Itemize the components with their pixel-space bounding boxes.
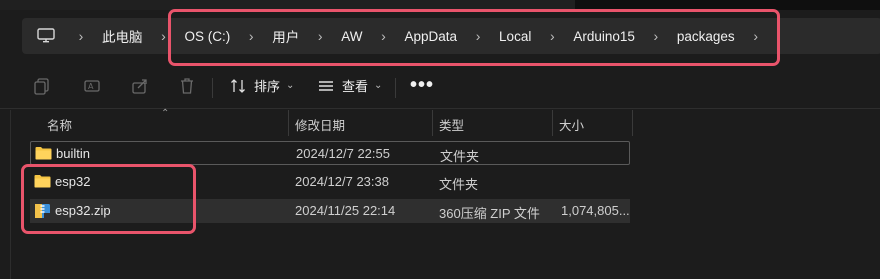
toolbar-divider-line xyxy=(0,108,880,109)
breadcrumb-this-pc[interactable]: 此电脑 xyxy=(92,26,153,46)
file-type: 文件夹 xyxy=(440,149,480,164)
chevron-right-icon[interactable]: › xyxy=(240,28,262,44)
chevron-right-icon[interactable]: › xyxy=(153,28,175,44)
chevron-right-icon[interactable]: › xyxy=(70,28,92,44)
file-type: 文件夹 xyxy=(439,177,479,192)
file-date: 2024/11/25 22:14 xyxy=(295,203,396,218)
sort-ascending-icon: ⌃ xyxy=(161,108,170,119)
column-separator[interactable] xyxy=(552,110,553,136)
more-options-icon[interactable]: ••• xyxy=(410,74,434,97)
command-bar: A 排序 ⌄ 查看 ⌄ ••• xyxy=(0,64,880,108)
address-bar[interactable]: › 此电脑 › OS (C:) › 用户 › AW › AppData › Lo… xyxy=(22,18,880,54)
svg-text:A: A xyxy=(88,82,94,91)
file-row-esp32[interactable]: esp32 2024/12/7 23:38 文件夹 xyxy=(30,170,630,194)
folder-icon xyxy=(35,146,52,163)
chevron-right-icon[interactable]: › xyxy=(309,28,331,44)
column-separator[interactable] xyxy=(432,110,433,136)
file-row-builtin[interactable]: builtin 2024/12/7 22:55 文件夹 xyxy=(30,141,630,165)
view-label: 查看 xyxy=(342,79,369,94)
column-separator[interactable] xyxy=(288,110,289,136)
column-header-name[interactable]: 名称 xyxy=(47,115,72,134)
toolbar-divider xyxy=(212,78,213,98)
share-icon[interactable] xyxy=(128,74,152,98)
column-header-type[interactable]: 类型 xyxy=(439,115,464,134)
title-strip xyxy=(0,0,880,10)
breadcrumb-packages[interactable]: packages xyxy=(667,29,745,44)
breadcrumb-appdata[interactable]: AppData xyxy=(395,29,468,44)
rename-icon[interactable]: A xyxy=(80,74,104,98)
breadcrumb-os-c[interactable]: OS (C:) xyxy=(175,29,241,44)
chevron-down-icon: ⌄ xyxy=(286,80,295,91)
chevron-right-icon[interactable]: › xyxy=(467,28,489,44)
view-icon xyxy=(319,80,333,91)
column-header-size[interactable]: 大小 xyxy=(559,115,584,134)
chevron-right-icon[interactable]: › xyxy=(373,28,395,44)
chevron-right-icon[interactable]: › xyxy=(645,28,667,44)
file-date: 2024/12/7 23:38 xyxy=(295,174,389,189)
breadcrumb-local[interactable]: Local xyxy=(489,29,541,44)
sort-icon xyxy=(231,78,245,93)
delete-icon[interactable] xyxy=(175,74,199,98)
column-separator[interactable] xyxy=(632,110,633,136)
sort-label: 排序 xyxy=(254,79,281,94)
file-name: esp32 xyxy=(55,174,91,189)
breadcrumb-arduino15[interactable]: Arduino15 xyxy=(563,29,645,44)
file-name: esp32.zip xyxy=(55,203,111,218)
column-header-date[interactable]: 修改日期 xyxy=(295,115,345,134)
folder-icon xyxy=(34,174,51,191)
breadcrumb-aw[interactable]: AW xyxy=(331,29,372,44)
sort-button[interactable]: 排序 ⌄ xyxy=(230,76,294,95)
file-type: 360压缩 ZIP 文件 xyxy=(439,206,540,221)
file-row-esp32-zip[interactable]: esp32.zip 2024/11/25 22:14 360压缩 ZIP 文件 … xyxy=(30,199,630,223)
computer-icon[interactable] xyxy=(22,28,70,44)
chevron-right-icon[interactable]: › xyxy=(745,28,767,44)
copy-icon[interactable] xyxy=(30,74,54,98)
chevron-down-icon: ⌄ xyxy=(374,80,383,91)
zip-archive-icon xyxy=(34,203,51,222)
file-date: 2024/12/7 22:55 xyxy=(296,146,390,161)
file-name: builtin xyxy=(56,146,90,161)
chevron-right-icon[interactable]: › xyxy=(541,28,563,44)
column-header: ⌃ 名称 修改日期 类型 大小 xyxy=(0,108,880,136)
view-button[interactable]: 查看 ⌄ xyxy=(318,76,382,95)
file-size: 1,074,805... xyxy=(561,203,630,218)
breadcrumb-users[interactable]: 用户 xyxy=(262,26,309,46)
toolbar-divider xyxy=(395,78,396,98)
title-strip-dark xyxy=(575,0,880,10)
